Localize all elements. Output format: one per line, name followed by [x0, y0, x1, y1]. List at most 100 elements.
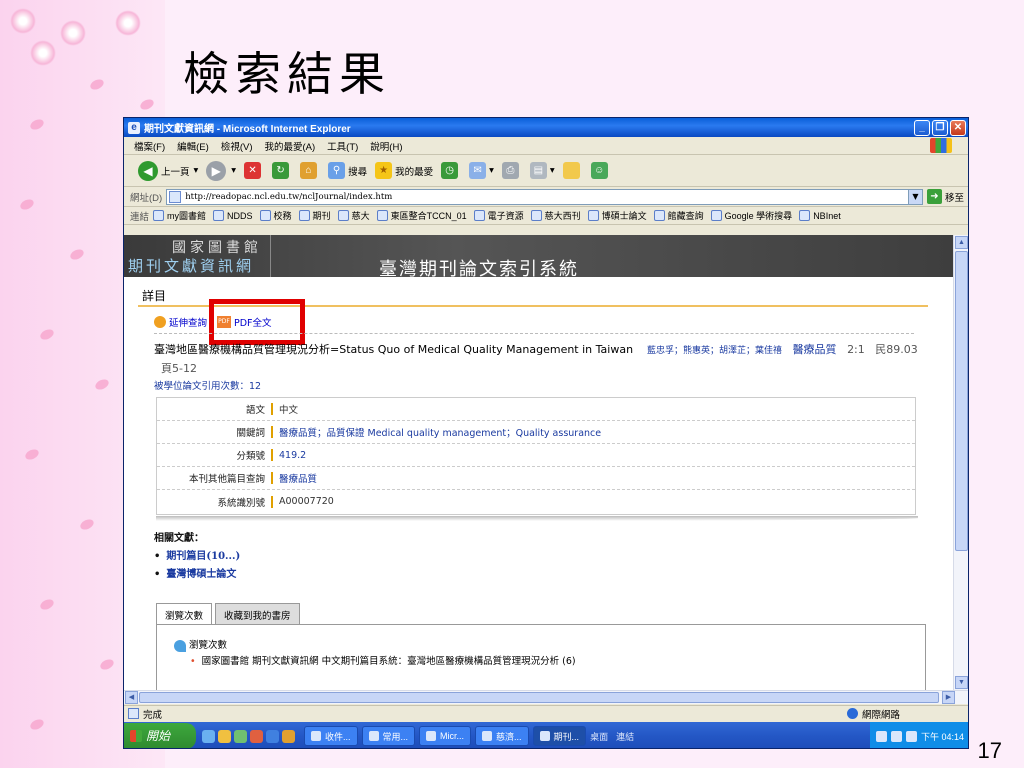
tab-add-to-library[interactable]: 收藏到我的書房 [215, 603, 300, 625]
citation-count-link[interactable]: 被學位論文引用次數：12 [154, 378, 261, 392]
menu-edit[interactable]: 編輯(E) [177, 139, 209, 153]
article-pages: 頁5-12 [161, 362, 197, 375]
system-name[interactable]: 期刊文獻資訊網 [128, 255, 254, 276]
history-button[interactable]: ◷ [441, 162, 461, 179]
journal-other-link[interactable]: 醫療品質 [279, 471, 317, 485]
detail-row: 系統識別號 A00007720 [217, 495, 334, 509]
menu-file[interactable]: 檔案(F) [134, 139, 165, 153]
print-icon: ⎙ [501, 162, 519, 179]
edit-icon: ▤ [529, 162, 547, 179]
ie-icon[interactable] [202, 729, 215, 743]
link-item[interactable]: Google 學術搜尋 [710, 209, 792, 222]
link-page-icon [587, 210, 599, 221]
link-item[interactable]: NDDS [213, 210, 253, 221]
close-button[interactable]: ✕ [950, 119, 966, 136]
print-button[interactable]: ⎙ [501, 162, 522, 179]
scroll-up-icon[interactable]: ▲ [955, 236, 968, 249]
edit-button[interactable]: ▤ ▾ [529, 162, 555, 179]
window-title: 期刊文獻資訊網 - Microsoft Internet Explorer [144, 124, 351, 135]
app-icon[interactable] [266, 729, 279, 743]
vertical-scrollbar[interactable]: ▲ ▼ [953, 235, 968, 690]
app-icon[interactable] [218, 729, 231, 743]
scroll-left-icon[interactable]: ◀ [125, 691, 138, 704]
favorites-button[interactable]: ★ 我的最愛 [375, 162, 433, 179]
minimize-button[interactable]: _ [914, 119, 930, 136]
quick-launch [202, 729, 298, 743]
menu-tools[interactable]: 工具(T) [327, 139, 358, 153]
task-button-active[interactable]: 期刊... [532, 726, 587, 746]
section-title: 詳目 [142, 289, 167, 303]
menu-view[interactable]: 檢視(V) [221, 139, 253, 153]
view-stats: 瀏覽次數 國家圖書館 期刊文獻資訊網 中文期刊篇目系統：臺灣地區醫療機構品質管理… [174, 638, 576, 670]
link-item[interactable]: 東區整合TCCN_01 [376, 209, 467, 222]
link-page-icon [799, 210, 811, 221]
address-dropdown[interactable]: ▼ [907, 189, 922, 204]
scroll-right-icon[interactable]: ▶ [942, 691, 955, 704]
link-page-icon [710, 210, 722, 221]
related-item[interactable]: 期刊篇目(10...) [154, 548, 240, 566]
search-icon: ⚲ [328, 162, 346, 179]
tray-icon[interactable] [905, 730, 917, 742]
link-item[interactable]: 校務 [259, 209, 292, 222]
tab-view-count[interactable]: 瀏覽次數 [156, 603, 213, 625]
system-tray: 下午 04:14 [869, 722, 968, 748]
links-toolbar[interactable]: 連結 [616, 730, 634, 743]
app-icon[interactable] [250, 729, 263, 743]
links-bar: 連結 my圖書館 NDDS 校務 期刊 慈大 東區整合TCCN_01 電子資源 … [124, 207, 968, 225]
maximize-button[interactable]: ❐ [932, 119, 948, 136]
detail-row: 關鍵詞 醫療品質；品質保證 Medical quality management… [157, 421, 915, 444]
address-input[interactable]: http://readopac.ncl.edu.tw/nclJournal/in… [166, 188, 923, 205]
link-item[interactable]: 期刊 [298, 209, 331, 222]
related-item[interactable]: 臺灣博碩士論文 [154, 566, 240, 584]
flower-decoration [115, 10, 141, 36]
article-authors[interactable]: 藍忠孚；熊惠英；胡澤芷；葉佳禧 [647, 346, 782, 356]
slide-title: 檢索結果 [183, 47, 391, 101]
back-button[interactable]: ◀ 上一頁 ▾ [138, 160, 198, 181]
home-button[interactable]: ⌂ [300, 162, 320, 179]
menu-help[interactable]: 說明(H) [370, 139, 402, 153]
link-item[interactable]: 博碩士論文 [587, 209, 647, 222]
chart-icon [174, 640, 186, 652]
link-item[interactable]: 館藏查詢 [653, 209, 704, 222]
stop-button[interactable]: ✕ [244, 162, 264, 179]
task-button[interactable]: Micr... [419, 726, 472, 746]
tray-icon[interactable] [890, 730, 902, 742]
globe-icon [846, 708, 858, 719]
scroll-thumb[interactable] [955, 251, 968, 551]
link-item[interactable]: 慈大 [337, 209, 370, 222]
go-button[interactable]: ➜ 移至 [926, 189, 964, 204]
menu-favorites[interactable]: 我的最愛(A) [264, 139, 315, 153]
link-item[interactable]: my圖書館 [153, 209, 206, 222]
search-button[interactable]: ⚲ 搜尋 [328, 162, 367, 179]
article-journal[interactable]: 醫療品質 [793, 343, 837, 356]
mail-button[interactable]: ✉ ▾ [469, 162, 494, 179]
messenger-button[interactable]: ☺ [590, 162, 611, 179]
messenger-icon: ☺ [590, 162, 608, 179]
desktop-toolbar[interactable]: 桌面 [590, 730, 608, 743]
link-item[interactable]: 慈大西刊 [530, 209, 581, 222]
ie-icon: e [128, 121, 140, 134]
app-icon[interactable] [282, 729, 295, 743]
link-item[interactable]: NBInet [799, 210, 841, 221]
scroll-thumb[interactable] [139, 692, 939, 703]
refresh-button[interactable]: ↻ [272, 162, 292, 179]
task-button[interactable]: 慈濟... [475, 726, 529, 746]
extend-search-link[interactable]: 延伸查詢 [154, 315, 207, 329]
scroll-down-icon[interactable]: ▼ [955, 676, 968, 689]
app-icon[interactable] [234, 729, 247, 743]
security-zone: 網際網路 [846, 707, 900, 721]
link-item[interactable]: 電子資源 [473, 209, 524, 222]
task-button[interactable]: 常用... [361, 726, 416, 746]
folder-icon [368, 731, 379, 741]
horizontal-scrollbar[interactable]: ◀ ▶ [124, 690, 968, 704]
task-button[interactable]: 收件... [304, 726, 358, 746]
taskbar: 開始 收件... 常用... Micr... 慈濟... 期刊... 桌面 連結… [124, 722, 968, 748]
tray-icon[interactable] [875, 730, 887, 742]
refresh-icon: ↻ [272, 162, 290, 179]
keywords-link[interactable]: 醫療品質；品質保證 Medical quality management；Qua… [279, 425, 601, 439]
start-button[interactable]: 開始 [124, 723, 196, 748]
folder-button[interactable] [562, 162, 583, 179]
forward-button[interactable]: ▶ ▾ [206, 160, 236, 181]
banner-main-title: 臺灣期刊論文索引系統 [379, 259, 579, 277]
classification-link[interactable]: 419.2 [279, 450, 306, 461]
